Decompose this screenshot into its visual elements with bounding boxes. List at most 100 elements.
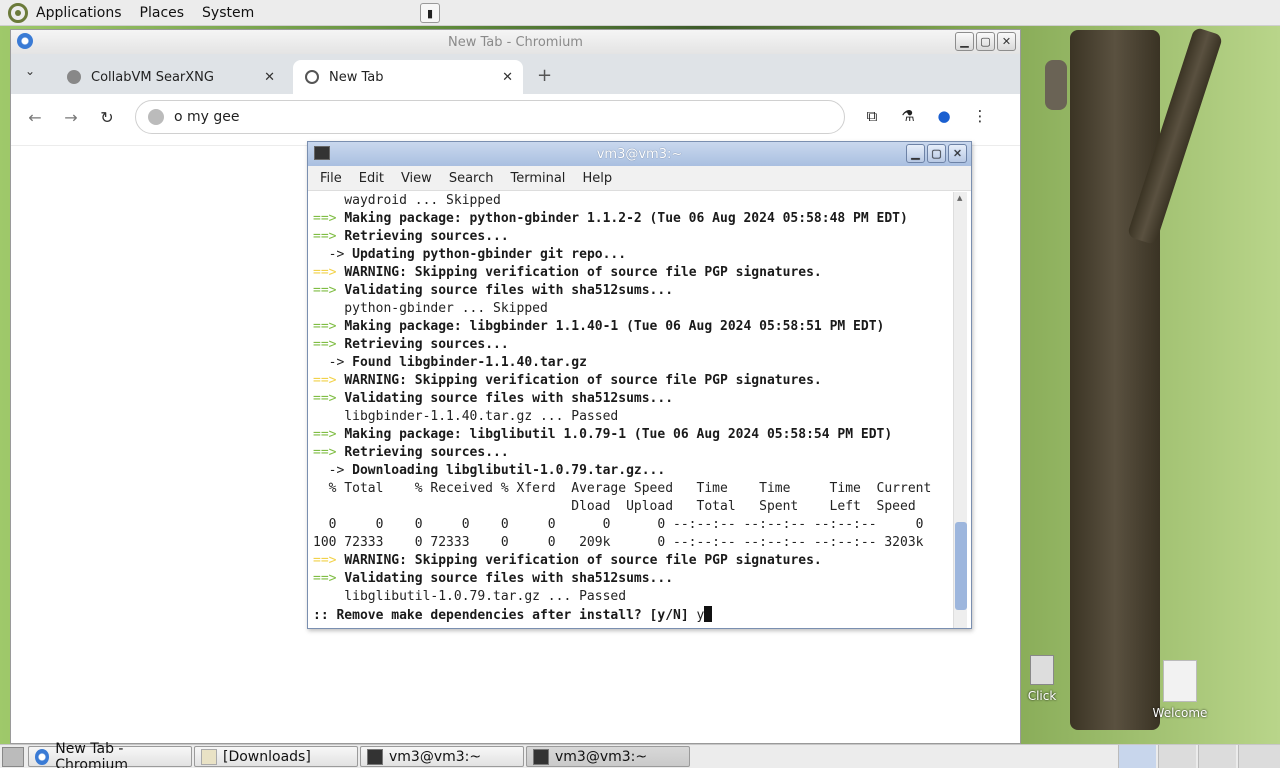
distro-logo-icon[interactable]	[8, 2, 28, 23]
close-button[interactable]: ✕	[997, 32, 1016, 51]
line-text: Validating source files with sha512sums.…	[344, 571, 674, 586]
terminal-line: python-gbinder ... Skipped	[313, 300, 954, 318]
terminal-line: ==> Retrieving sources...	[313, 444, 954, 462]
workspace-1[interactable]	[1118, 745, 1156, 768]
line-text: Making package: libgbinder 1.1.40-1 (Tue…	[344, 319, 885, 334]
tab-search-chevron-icon[interactable]: ⌄	[25, 64, 35, 78]
chromium-icon	[17, 33, 33, 49]
warning-tag: WARNING:	[344, 265, 407, 280]
prompt-text: :: Remove make dependencies after instal…	[313, 608, 697, 623]
reload-icon[interactable]: ↻	[93, 103, 121, 131]
terminal-line: waydroid ... Skipped	[313, 192, 954, 210]
terminal-icon	[533, 748, 549, 765]
task-terminal-2[interactable]: vm3@vm3:~	[526, 746, 690, 767]
tab-new-tab[interactable]: New Tab ✕	[293, 60, 523, 94]
line-text: Updating python-gbinder git repo...	[352, 247, 627, 262]
line-text: Skipping verification of source file PGP…	[406, 553, 822, 568]
workspace-4[interactable]	[1238, 745, 1280, 768]
tab-close-icon[interactable]: ✕	[502, 70, 513, 85]
line-prefix: ==>	[313, 445, 345, 460]
browser-titlebar[interactable]: New Tab - Chromium ▁ ▢ ✕	[11, 30, 1020, 54]
line-prefix: ->	[313, 463, 353, 478]
terminal-line: 0 0 0 0 0 0 0 0 --:--:-- --:--:-- --:--:…	[313, 516, 954, 534]
line-prefix: ==>	[313, 319, 345, 334]
menu-file[interactable]: File	[320, 171, 342, 186]
menu-system[interactable]: System	[202, 5, 254, 21]
omnibox-input[interactable]	[174, 109, 774, 125]
maximize-button[interactable]: ▢	[976, 32, 995, 51]
menu-terminal[interactable]: Terminal	[510, 171, 565, 186]
minimize-button[interactable]: ▁	[955, 32, 974, 51]
terminal-scrollbar[interactable]: ▲	[953, 192, 967, 628]
terminal-line: ==> Making package: python-gbinder 1.1.2…	[313, 210, 954, 228]
minimize-button[interactable]: ▁	[906, 144, 925, 163]
workspace-2[interactable]	[1158, 745, 1196, 768]
line-text: Retrieving sources...	[344, 229, 509, 244]
line-prefix: ==>	[313, 265, 345, 280]
new-tab-plus-icon[interactable]: +	[537, 65, 552, 86]
line-prefix: ==>	[313, 553, 345, 568]
workspace-3[interactable]	[1198, 745, 1236, 768]
birdhouse	[1045, 60, 1067, 110]
omnibox[interactable]	[135, 100, 845, 134]
terminal-output[interactable]: waydroid ... Skipped ==> Making package: …	[309, 192, 954, 628]
extensions-icon[interactable]: ⧉	[859, 103, 885, 129]
show-desktop-icon[interactable]	[2, 746, 24, 767]
terminal-line: ==> Retrieving sources...	[313, 336, 954, 354]
search-engine-icon	[148, 109, 164, 125]
scroll-up-icon[interactable]: ▲	[957, 194, 962, 202]
line-prefix: ==>	[313, 373, 345, 388]
menu-places[interactable]: Places	[140, 5, 185, 21]
desktop-icon-click[interactable]: Click	[1022, 655, 1062, 703]
tray-device-icon[interactable]: ▮	[420, 3, 440, 23]
terminal-line: ==> WARNING: Skipping verification of so…	[313, 552, 954, 570]
task-label: [Downloads]	[223, 748, 311, 765]
kebab-menu-icon[interactable]: ⋮	[967, 103, 993, 129]
tab-label: CollabVM SearXNG	[91, 69, 214, 85]
line-prefix: ->	[313, 247, 353, 262]
tab-close-icon[interactable]: ✕	[264, 70, 275, 85]
labs-flask-icon[interactable]: ⚗	[895, 103, 921, 129]
browser-toolbar: ← → ↻ ⧉ ⚗ ● ⋮	[11, 94, 1020, 140]
menu-help[interactable]: Help	[582, 171, 612, 186]
menu-edit[interactable]: Edit	[359, 171, 384, 186]
line-prefix: ==>	[313, 391, 345, 406]
tab-label: New Tab	[329, 69, 384, 85]
searxng-favicon-icon	[67, 70, 81, 84]
terminal-line: ==> Retrieving sources...	[313, 228, 954, 246]
terminal-titlebar[interactable]: vm3@vm3:~ ▁ ▢ ✕	[308, 142, 971, 166]
terminal-icon	[367, 748, 383, 765]
terminal-line: ==> Validating source files with sha512s…	[313, 282, 954, 300]
terminal-line: :: Remove make dependencies after instal…	[313, 606, 954, 624]
forward-arrow-icon[interactable]: →	[57, 103, 85, 131]
menu-view[interactable]: View	[401, 171, 432, 186]
task-chromium[interactable]: New Tab - Chromium	[28, 741, 192, 768]
terminal-window: vm3@vm3:~ ▁ ▢ ✕ File Edit View Search Te…	[307, 141, 972, 629]
terminal-line: -> Updating python-gbinder git repo...	[313, 246, 954, 264]
terminal-line: libglibutil-1.0.79.tar.gz ... Passed	[313, 588, 954, 606]
profile-avatar-icon[interactable]: ●	[931, 103, 957, 129]
line-prefix: ==>	[313, 283, 345, 298]
maximize-button[interactable]: ▢	[927, 144, 946, 163]
tab-collabvm-searxng[interactable]: CollabVM SearXNG ✕	[55, 60, 285, 94]
terminal-icon	[314, 146, 330, 160]
bottom-taskbar: New Tab - Chromium [Downloads] vm3@vm3:~…	[0, 741, 1280, 768]
line-prefix: ==>	[313, 211, 345, 226]
line-text: Found libgbinder-1.1.40.tar.gz	[352, 355, 587, 370]
top-panel: Applications Places System ▮	[0, 0, 1280, 26]
desktop-icon-welcome[interactable]: Welcome	[1150, 660, 1210, 720]
terminal-line: ==> Making package: libglibutil 1.0.79-1…	[313, 426, 954, 444]
task-label: vm3@vm3:~	[555, 748, 648, 765]
scrollbar-thumb[interactable]	[955, 522, 967, 610]
chromium-favicon-icon	[305, 70, 319, 84]
menu-applications[interactable]: Applications	[36, 5, 122, 21]
line-text: % Total % Received % Xferd Average Speed…	[313, 481, 932, 496]
task-downloads[interactable]: [Downloads]	[194, 746, 358, 767]
line-prefix: ==>	[313, 229, 345, 244]
menu-search[interactable]: Search	[449, 171, 494, 186]
task-terminal-1[interactable]: vm3@vm3:~	[360, 746, 524, 767]
back-arrow-icon[interactable]: ←	[21, 103, 49, 131]
line-text: Dload Upload Total Spent Left Speed	[313, 499, 916, 514]
close-button[interactable]: ✕	[948, 144, 967, 163]
line-text: Retrieving sources...	[344, 337, 509, 352]
